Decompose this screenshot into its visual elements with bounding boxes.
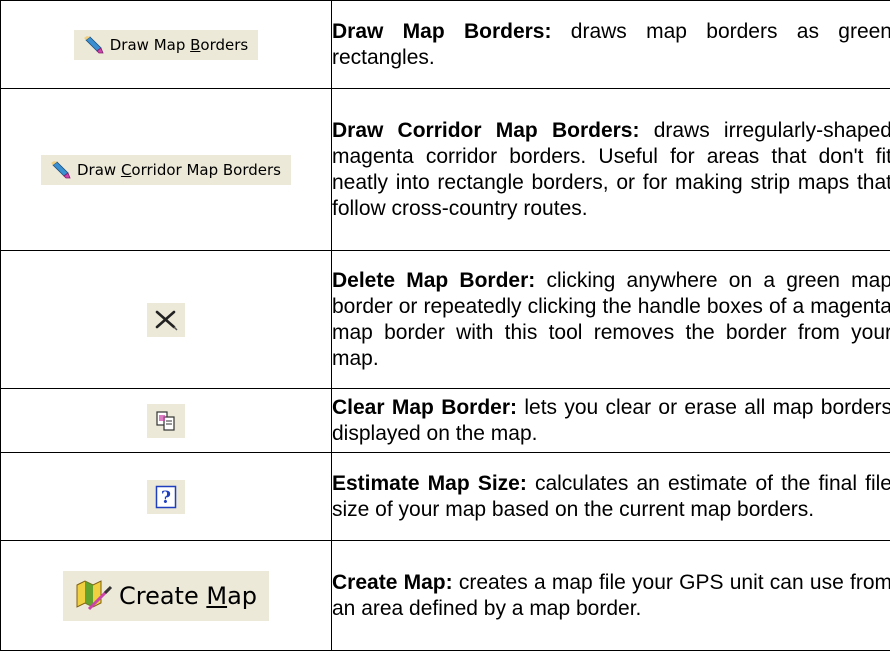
question-mark-icon: ? <box>155 485 177 509</box>
tool-title: Create Map: <box>332 570 453 594</box>
draw-map-borders-label: Draw Map Borders <box>109 35 249 54</box>
draw-corridor-map-borders-label: Draw Corridor Map Borders <box>76 160 281 179</box>
icon-cell <box>0 250 332 389</box>
delete-x-icon <box>153 308 179 332</box>
icon-cell: ? <box>0 452 332 541</box>
tool-title: Draw Corridor Map Borders: <box>332 118 640 142</box>
tool-title: Clear Map Border: <box>332 395 518 419</box>
pencil-eraser-icon <box>50 160 71 179</box>
tool-title: Delete Map Border: <box>332 268 536 292</box>
pencil-eraser-icon <box>83 35 104 54</box>
icon-cell: Draw Corridor Map Borders <box>0 88 332 251</box>
draw-corridor-map-borders-button[interactable]: Draw Corridor Map Borders <box>40 154 291 185</box>
estimate-map-size-button[interactable]: ? <box>147 479 185 514</box>
table-row: Draw Map Borders Draw Map Borders: draws… <box>0 0 890 89</box>
table-row: Clear Map Border: lets you clear or eras… <box>0 388 890 453</box>
description-cell: Delete Map Border: clicking anywhere on … <box>331 250 890 389</box>
description-cell: Create Map: creates a map file your GPS … <box>331 540 890 651</box>
description-cell: Draw Corridor Map Borders: draws irregul… <box>331 88 890 251</box>
tool-title: Estimate Map Size: <box>332 471 527 495</box>
svg-text:?: ? <box>161 488 171 508</box>
create-map-label: Create Map <box>118 581 258 610</box>
table-row: Create Map Create Map: creates a map fil… <box>0 540 890 651</box>
description-cell: Estimate Map Size: calculates an estimat… <box>331 452 890 541</box>
delete-map-border-button[interactable] <box>147 302 185 337</box>
create-map-icon <box>75 579 113 613</box>
table-row: Draw Corridor Map Borders Draw Corridor … <box>0 88 890 251</box>
create-map-button[interactable]: Create Map <box>62 570 270 621</box>
description-cell: Clear Map Border: lets you clear or eras… <box>331 388 890 453</box>
draw-map-borders-button[interactable]: Draw Map Borders <box>73 29 259 60</box>
table-row: Delete Map Border: clicking anywhere on … <box>0 250 890 389</box>
icon-cell <box>0 388 332 453</box>
description-cell: Draw Map Borders: draws map borders as g… <box>331 0 890 89</box>
icon-cell: Create Map <box>0 540 332 651</box>
tool-reference-table: Draw Map Borders Draw Map Borders: draws… <box>0 0 890 651</box>
clear-map-border-button[interactable] <box>147 403 185 438</box>
tool-title: Draw Map Borders: <box>332 19 552 43</box>
clear-pages-icon <box>154 409 178 433</box>
table-row: ? Estimate Map Size: calculates an estim… <box>0 452 890 541</box>
icon-cell: Draw Map Borders <box>0 0 332 89</box>
